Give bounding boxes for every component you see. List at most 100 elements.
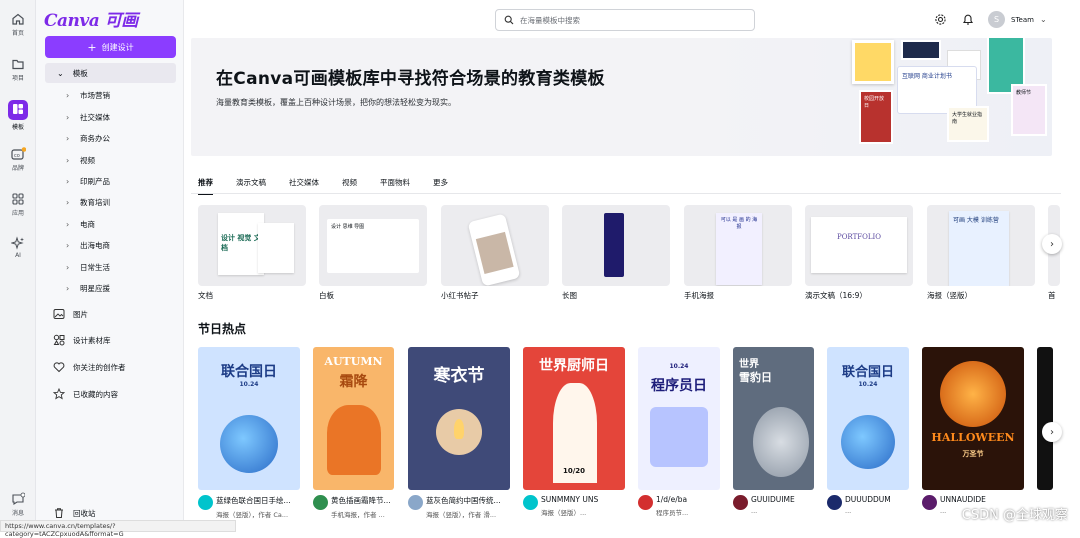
sidebar-link-followed[interactable]: 你关注的创作者 bbox=[53, 361, 126, 373]
chevron-right-icon: › bbox=[66, 134, 70, 143]
rail-templates[interactable]: 模板 bbox=[0, 100, 36, 131]
tree-item-social[interactable]: › 社交媒体 bbox=[66, 112, 110, 123]
poster-title: 雪豹日 bbox=[739, 371, 772, 384]
poster-sub: 10/20 bbox=[562, 467, 586, 475]
tree-item-label: 印刷产品 bbox=[80, 177, 110, 186]
poster-meta-title[interactable]: 蓝绿色联合国日手绘... bbox=[198, 495, 298, 506]
category-card-xiaohongshu[interactable] bbox=[441, 205, 549, 286]
rail-label: 消息 bbox=[11, 510, 24, 517]
category-label: 手机海报 bbox=[684, 291, 714, 300]
poster-card[interactable]: AUTUMN 霜降 bbox=[313, 347, 394, 490]
tree-item-marketing[interactable]: › 市场营销 bbox=[66, 90, 110, 101]
poster-meta: GUUIDUIME... bbox=[733, 495, 817, 515]
tree-item-print[interactable]: › 印刷产品 bbox=[66, 176, 110, 187]
carousel-next-button[interactable]: › bbox=[1042, 234, 1062, 254]
category-label: 文档 bbox=[198, 291, 213, 300]
tree-item-label: 教育培训 bbox=[80, 198, 110, 207]
poster-meta: DUUUDDUM... bbox=[827, 495, 911, 515]
tree-item-daily-life[interactable]: › 日常生活 bbox=[66, 262, 110, 273]
poster-card[interactable]: 联合国日 10.24 bbox=[827, 347, 909, 490]
watermark: CSDN @全球观察 bbox=[961, 508, 1068, 523]
poster-card[interactable]: 联合国日 10.24 bbox=[198, 347, 300, 490]
plus-icon: + bbox=[87, 40, 97, 54]
rail-label: 项目 bbox=[11, 75, 24, 82]
card-thumb-text: 可以 是 画 的 海报 bbox=[716, 213, 762, 285]
poster-meta-sub: 海报（竖版），作者 Ca... bbox=[216, 511, 289, 519]
poster-card[interactable]: HALLOWEEN 万圣节 bbox=[922, 347, 1024, 490]
sidebar-link-elements[interactable]: 设计素材库 bbox=[53, 334, 111, 346]
gear-icon[interactable] bbox=[934, 13, 947, 26]
tree-item-label: 出海电商 bbox=[80, 241, 110, 250]
sidebar-item-templates[interactable]: ⌄ 模板 bbox=[45, 63, 176, 83]
poster-title: HALLOWEEN bbox=[931, 431, 1015, 444]
rail-messages[interactable]: 消息 bbox=[0, 492, 36, 517]
search-placeholder: 在海量模板中搜索 bbox=[520, 15, 580, 25]
rail-ai[interactable]: AI bbox=[0, 236, 36, 259]
rail-brand[interactable]: co 品牌 bbox=[0, 147, 36, 172]
poster-meta-title[interactable]: 蓝灰色简约中国传统... bbox=[408, 495, 508, 506]
poster-card[interactable]: 10.24 程序员日 bbox=[638, 347, 720, 490]
sidebar-link-trash[interactable]: 回收站 bbox=[53, 507, 96, 519]
category-label: 海报（竖版） bbox=[927, 291, 972, 300]
category-card-long-image[interactable] bbox=[562, 205, 670, 286]
tree-item-cross-border[interactable]: › 出海电商 bbox=[66, 240, 110, 251]
poster-sub: 10.24 bbox=[858, 381, 878, 388]
poster-card[interactable]: 世界 雪豹日 bbox=[733, 347, 814, 490]
poster-title: 世界厨师日 bbox=[539, 358, 609, 374]
tree-item-fan-support[interactable]: › 明星应援 bbox=[66, 283, 110, 294]
hero-thumb: 校园开放日 bbox=[859, 90, 893, 144]
section-title: 节日热点 bbox=[198, 322, 247, 336]
poster-meta-title[interactable]: UNNAUDIDE bbox=[922, 495, 1022, 504]
poster-card[interactable] bbox=[1037, 347, 1053, 490]
sidebar-link-label: 图片 bbox=[73, 309, 88, 319]
tree-item-education[interactable]: › 教育培训 bbox=[66, 197, 110, 208]
sidebar-link-photos[interactable]: 图片 bbox=[53, 308, 88, 320]
poster-meta: 1/d/e/ba 程序员节... bbox=[638, 495, 722, 517]
poster-card[interactable]: 寒衣节 bbox=[408, 347, 510, 490]
poster-title: 寒衣节 bbox=[433, 366, 485, 386]
tree-item-business[interactable]: › 商务办公 bbox=[66, 133, 110, 144]
sidebar-link-label: 设计素材库 bbox=[73, 335, 111, 345]
account-menu[interactable]: S STeam ⌄ bbox=[988, 11, 1047, 28]
template-icon bbox=[8, 100, 28, 120]
chevron-right-icon: › bbox=[66, 263, 70, 272]
category-label: 白板 bbox=[319, 291, 334, 300]
chevron-right-icon: › bbox=[66, 156, 70, 165]
poster-sub: 世界 bbox=[739, 359, 759, 370]
poster-card[interactable]: 世界厨师日 10/20 bbox=[523, 347, 625, 490]
sidebar-link-starred[interactable]: 已收藏的内容 bbox=[53, 388, 118, 400]
category-card-whiteboard[interactable]: 设计 思维 导图 bbox=[319, 205, 427, 286]
top-bar: 在海量模板中搜索 S STeam ⌄ bbox=[184, 0, 1080, 38]
chevron-right-icon: › bbox=[1050, 238, 1054, 250]
poster-sub: AUTUMN bbox=[324, 355, 383, 368]
hero-collage: 互联网 商业计划书 校园开放日 大学生就业指南 教师节 bbox=[851, 38, 1051, 156]
carousel-next-button[interactable]: › bbox=[1042, 422, 1062, 442]
card-thumb-text: PORTFOLIO bbox=[811, 217, 907, 273]
search-input[interactable]: 在海量模板中搜索 bbox=[495, 9, 755, 31]
poster-title: 联合国日 bbox=[841, 365, 894, 380]
category-card-poster-vertical[interactable]: 可画 大模 训练营 bbox=[927, 205, 1035, 286]
tree-item-video[interactable]: › 视频 bbox=[66, 155, 95, 166]
category-card-phone-poster[interactable]: 可以 是 画 的 海报 bbox=[684, 205, 792, 286]
category-label: 首 bbox=[1048, 291, 1056, 300]
create-design-label: 创建设计 bbox=[101, 42, 134, 52]
tree-item-label: 社交媒体 bbox=[80, 113, 110, 122]
folder-icon bbox=[12, 59, 24, 70]
star-icon bbox=[53, 388, 65, 400]
chevron-down-icon: ⌄ bbox=[57, 68, 64, 78]
poster-meta-sub: ... bbox=[751, 507, 758, 515]
canva-logo[interactable]: Canva 可画 bbox=[44, 6, 138, 31]
rail-home[interactable]: 首页 bbox=[0, 12, 36, 37]
category-card-presentation[interactable]: PORTFOLIO bbox=[805, 205, 913, 286]
bell-icon[interactable] bbox=[962, 13, 974, 26]
apps-icon bbox=[12, 193, 24, 205]
chevron-right-icon: › bbox=[66, 177, 70, 186]
chevron-right-icon: › bbox=[66, 284, 70, 293]
rail-apps[interactable]: 应用 bbox=[0, 192, 36, 217]
category-card-docs[interactable]: 设计 视觉 文档 bbox=[198, 205, 306, 286]
poster-meta-title[interactable]: SUNMMNY UNS bbox=[523, 495, 623, 504]
create-design-button[interactable]: + 创建设计 bbox=[45, 36, 176, 58]
rail-projects[interactable]: 项目 bbox=[0, 57, 36, 82]
tree-item-ecommerce[interactable]: › 电商 bbox=[66, 219, 95, 230]
chevron-right-icon: › bbox=[66, 241, 70, 250]
